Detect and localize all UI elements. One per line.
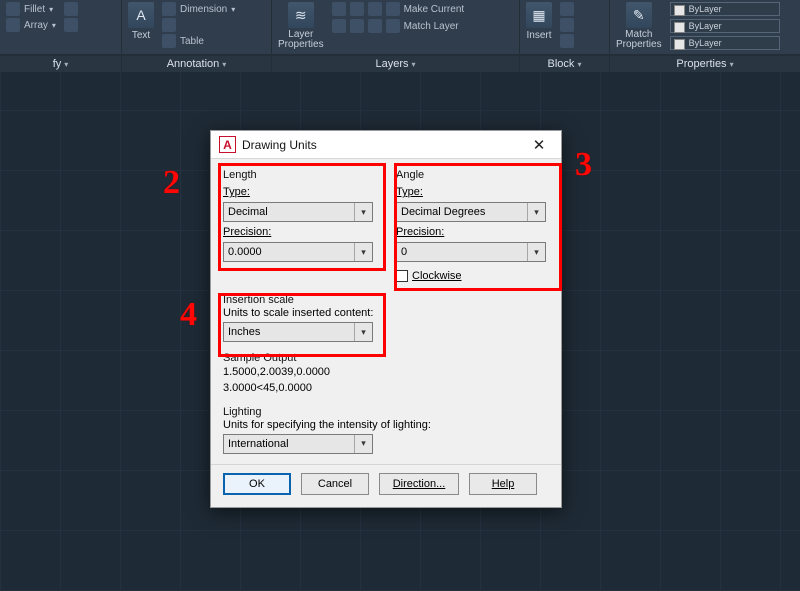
lighting-units-value: International xyxy=(228,438,289,450)
match-properties-label: MatchProperties xyxy=(616,30,662,50)
close-button[interactable]: ✕ xyxy=(521,134,557,156)
length-group-label: Length xyxy=(223,169,376,181)
sample-line1: 1.5000,2.0039,0.0000 xyxy=(223,366,549,380)
clockwise-label: Clockwise xyxy=(412,270,462,282)
table-label: Table xyxy=(180,36,204,47)
insertion-scale-group: Insertion scale Units to scale inserted … xyxy=(223,294,549,342)
dialog-button-row: OK Cancel Direction... Help xyxy=(211,464,561,507)
length-type-label: Type: xyxy=(223,186,250,198)
insertion-group-label: Insertion scale xyxy=(223,294,549,306)
text-label: Text xyxy=(132,30,150,41)
match-layer-label[interactable]: Match Layer xyxy=(404,21,459,32)
chevron-down-icon: ▾ xyxy=(354,243,372,261)
layer-properties-tool[interactable]: ≋ LayerProperties xyxy=(278,2,324,50)
lighting-group: Lighting Units for specifying the intens… xyxy=(223,406,549,454)
ribbon: Fillet▾ Array▾ A Text Dimension▾ xyxy=(0,0,800,55)
extend-icon[interactable] xyxy=(64,18,78,32)
table-tool[interactable]: Table xyxy=(162,34,235,48)
length-precision-value: 0.0000 xyxy=(228,246,262,258)
angle-type-select[interactable]: Decimal Degrees ▾ xyxy=(396,202,546,222)
dialog-title: Drawing Units xyxy=(242,138,521,152)
array-label: Array xyxy=(24,20,48,31)
sample-line2: 3.0000<45,0.0000 xyxy=(223,382,549,396)
dialog-titlebar[interactable]: A Drawing Units ✕ xyxy=(211,131,561,159)
clockwise-checkbox[interactable]: Clockwise xyxy=(396,270,549,282)
dimension-tool[interactable]: Dimension▾ xyxy=(162,2,235,16)
fillet-label: Fillet xyxy=(24,4,45,15)
layer-properties-icon: ≋ xyxy=(288,2,314,28)
properties-panel-title[interactable]: Properties xyxy=(676,58,726,70)
insertion-units-value: Inches xyxy=(228,326,260,338)
color-dropdown[interactable]: ByLayer xyxy=(670,2,780,16)
create-block-icon[interactable] xyxy=(560,2,574,16)
insert-icon: ▦ xyxy=(526,2,552,28)
leader-icon[interactable] xyxy=(162,18,176,32)
lighting-group-label: Lighting xyxy=(223,406,549,418)
cancel-button[interactable]: Cancel xyxy=(301,473,369,495)
angle-type-label: Type: xyxy=(396,186,423,198)
sample-output-label: Sample Output xyxy=(223,352,549,364)
dimension-label: Dimension xyxy=(180,4,227,15)
text-icon: A xyxy=(128,2,154,28)
insert-tool[interactable]: ▦ Insert xyxy=(526,2,552,41)
drawing-units-dialog: A Drawing Units ✕ Length Type: Decimal ▾… xyxy=(210,130,562,508)
insert-label: Insert xyxy=(526,30,551,41)
length-type-select[interactable]: Decimal ▾ xyxy=(223,202,373,222)
angle-precision-value: 0 xyxy=(401,246,407,258)
fillet-tool[interactable]: Fillet▾ xyxy=(6,2,56,16)
match-properties-icon: ✎ xyxy=(626,2,652,28)
angle-type-value: Decimal Degrees xyxy=(401,206,485,218)
annotation-panel-title[interactable]: Annotation xyxy=(167,58,220,70)
block-attr-icon[interactable] xyxy=(560,34,574,48)
length-precision-label: Precision: xyxy=(223,226,271,238)
layers-panel-title[interactable]: Layers xyxy=(375,58,408,70)
chevron-down-icon: ▾ xyxy=(354,435,372,453)
block-panel-title[interactable]: Block xyxy=(548,58,575,70)
insertion-units-select[interactable]: Inches ▾ xyxy=(223,322,373,342)
lighting-units-label: Units for specifying the intensity of li… xyxy=(223,419,549,431)
modify-panel-title[interactable]: fy xyxy=(53,58,62,70)
panel-title-bar: fy▾ Annotation▾ Layers▾ Block▾ Propertie… xyxy=(0,55,800,72)
direction-button[interactable]: Direction... xyxy=(379,473,459,495)
text-tool[interactable]: A Text xyxy=(128,2,154,41)
angle-precision-label: Precision: xyxy=(396,226,444,238)
insertion-units-label: Units to scale inserted content: xyxy=(223,307,549,319)
angle-precision-select[interactable]: 0 ▾ xyxy=(396,242,546,262)
lighting-units-select[interactable]: International ▾ xyxy=(223,434,373,454)
linetype-dropdown[interactable]: ByLayer xyxy=(670,19,780,33)
length-type-value: Decimal xyxy=(228,206,268,218)
chevron-down-icon: ▾ xyxy=(527,203,545,221)
length-precision-select[interactable]: 0.0000 ▾ xyxy=(223,242,373,262)
autocad-logo-icon: A xyxy=(219,136,236,153)
checkbox-icon xyxy=(396,270,408,282)
array-tool[interactable]: Array▾ xyxy=(6,18,56,32)
sample-output-group: Sample Output 1.5000,2.0039,0.0000 3.000… xyxy=(223,352,549,396)
chevron-down-icon: ▾ xyxy=(354,323,372,341)
chevron-down-icon: ▾ xyxy=(354,203,372,221)
make-current-label[interactable]: Make Current xyxy=(404,4,465,15)
angle-group-label: Angle xyxy=(396,169,549,181)
trim-icon[interactable] xyxy=(64,2,78,16)
ok-button[interactable]: OK xyxy=(223,473,291,495)
lineweight-dropdown[interactable]: ByLayer xyxy=(670,36,780,50)
length-group: Length Type: Decimal ▾ Precision: 0.0000… xyxy=(223,169,376,282)
angle-group: Angle Type: Decimal Degrees ▾ Precision:… xyxy=(396,169,549,282)
help-button[interactable]: Help xyxy=(469,473,537,495)
match-properties-tool[interactable]: ✎ MatchProperties xyxy=(616,2,662,50)
layer-properties-label: LayerProperties xyxy=(278,30,324,50)
edit-block-icon[interactable] xyxy=(560,18,574,32)
chevron-down-icon: ▾ xyxy=(527,243,545,261)
